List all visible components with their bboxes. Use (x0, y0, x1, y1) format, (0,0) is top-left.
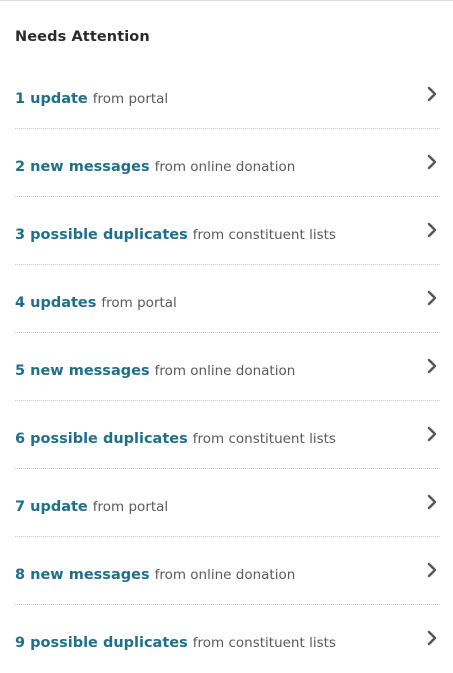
list-item-text: 9 possible duplicates from constituent li… (15, 632, 336, 651)
item-count-link[interactable]: 9 possible duplicates (15, 635, 188, 651)
list-item-text: 4 updates from portal (15, 292, 177, 311)
item-source: from constituent lists (192, 227, 336, 243)
chevron-right-icon[interactable] (426, 426, 438, 442)
list-item-text: 7 update from portal (15, 496, 168, 515)
item-source: from portal (92, 499, 169, 515)
item-count-link[interactable]: 8 new messages (15, 567, 150, 583)
list-item[interactable]: 3 possible duplicates from constituent li… (15, 197, 440, 265)
chevron-right-icon[interactable] (426, 86, 438, 102)
item-count-link[interactable]: 5 new messages (15, 363, 150, 379)
list-item-text: 3 possible duplicates from constituent li… (15, 224, 336, 243)
list-item[interactable]: 2 new messages from online donation (15, 129, 440, 197)
list-item[interactable]: 1 update from portal (15, 61, 440, 129)
item-source: from online donation (154, 363, 296, 379)
list-item-text: 2 new messages from online donation (15, 156, 295, 175)
item-source: from online donation (154, 159, 296, 175)
item-source: from constituent lists (192, 431, 336, 447)
item-source: from constituent lists (192, 635, 336, 651)
item-source: from portal (101, 295, 177, 311)
list-item-text: 1 update from portal (15, 88, 168, 107)
list-item[interactable]: 9 possible duplicates from constituent li… (15, 605, 440, 673)
list-item[interactable]: 8 new messages from online donation (15, 537, 440, 605)
chevron-right-icon[interactable] (426, 562, 438, 578)
list-item-text: 6 possible duplicates from constituent li… (15, 428, 336, 447)
item-count-link[interactable]: 4 updates (15, 295, 96, 311)
list-item[interactable]: 6 possible duplicates from constituent li… (15, 401, 440, 469)
chevron-right-icon[interactable] (426, 154, 438, 170)
list-item-text: 8 new messages from online donation (15, 564, 295, 583)
item-source: from online donation (154, 567, 296, 583)
chevron-right-icon[interactable] (426, 630, 438, 646)
list-item-text: 5 new messages from online donation (15, 360, 295, 379)
chevron-right-icon[interactable] (426, 494, 438, 510)
list-item[interactable]: 7 update from portal (15, 469, 440, 537)
item-count-link[interactable]: 3 possible duplicates (15, 227, 188, 243)
list-item[interactable]: 5 new messages from online donation (15, 333, 440, 401)
item-count-link[interactable]: 7 update (15, 499, 88, 515)
item-source: from portal (92, 91, 169, 107)
chevron-right-icon[interactable] (426, 358, 438, 374)
item-count-link[interactable]: 2 new messages (15, 159, 150, 175)
chevron-right-icon[interactable] (426, 222, 438, 238)
item-count-link[interactable]: 6 possible duplicates (15, 431, 188, 447)
needs-attention-panel: Needs Attention 1 update from portal 2 ne… (0, 0, 453, 656)
panel-title: Needs Attention (15, 29, 150, 45)
attention-list: 1 update from portal 2 new messages from o… (15, 61, 440, 673)
chevron-right-icon[interactable] (426, 290, 438, 306)
list-item[interactable]: 4 updates from portal (15, 265, 440, 333)
item-count-link[interactable]: 1 update (15, 91, 88, 107)
